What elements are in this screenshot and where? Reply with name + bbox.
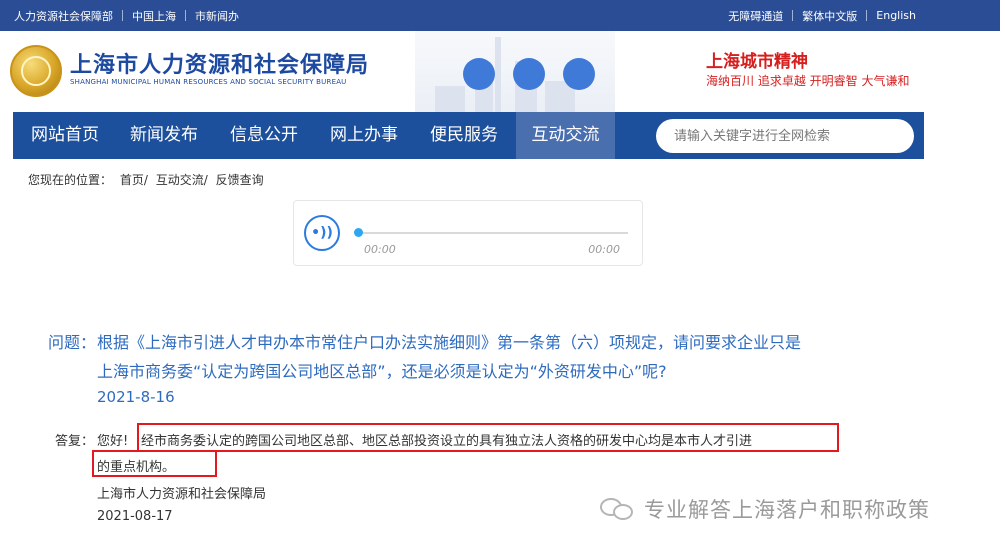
audio-progress-knob[interactable]	[354, 228, 363, 237]
main-nav: 网站首页 新闻发布 信息公开 网上办事 便民服务 互动交流	[13, 112, 924, 159]
watermark-text: 专业解答上海落户和职称政策	[644, 498, 930, 522]
divider	[122, 10, 123, 21]
divider	[792, 10, 794, 21]
decorative-circle	[463, 58, 495, 90]
question-text-line1: 根据《上海市引进人才申办本市常住户口办法实施细则》第一条第（六）项规定，请问要求…	[97, 333, 802, 352]
audio-current-time: 00:00	[364, 243, 396, 256]
top-links-left: 人力资源社会保障部 中国上海 市新闻办	[14, 0, 239, 31]
audio-player: •)) 00:00 00:00	[293, 200, 643, 266]
answer-signature: 上海市人力资源和社会保障局	[97, 487, 267, 502]
decorative-circle	[563, 58, 595, 90]
city-spirit-words: 海纳百川 追求卓越 开明睿智 大气谦和	[706, 74, 910, 88]
audio-total-time: 00:00	[588, 243, 620, 256]
breadcrumb-home[interactable]: 首页/	[120, 173, 148, 187]
nav-interaction[interactable]: 互动交流	[516, 112, 615, 159]
nav-info-disclosure[interactable]: 信息公开	[216, 112, 312, 159]
site-header: 上海市人力资源和社会保障局 SHANGHAI MUNICIPAL HUMAN R…	[0, 31, 1000, 112]
nav-citizen-services[interactable]: 便民服务	[416, 112, 512, 159]
highlight-box	[137, 423, 839, 452]
city-spirit-title: 上海城市精神	[706, 52, 808, 72]
link-china-shanghai[interactable]: 中国上海	[132, 8, 176, 24]
nav-news[interactable]: 新闻发布	[116, 112, 212, 159]
decorative-circle	[513, 58, 545, 90]
divider	[185, 10, 186, 21]
breadcrumb: 您现在的位置： 首页/ 互动交流/ 反馈查询	[28, 171, 268, 188]
search-input[interactable]	[656, 119, 914, 153]
answer-date: 2021-08-17	[97, 509, 173, 524]
nav-online-services[interactable]: 网上办事	[316, 112, 412, 159]
divider	[866, 10, 868, 21]
highlight-box	[92, 450, 217, 477]
audio-play-button[interactable]: •))	[304, 215, 340, 251]
top-links-right: 无障碍通道 繁体中文版 English	[728, 0, 916, 31]
link-traditional-chinese[interactable]: 繁体中文版	[802, 8, 857, 24]
sound-wave-icon: •))	[311, 225, 333, 241]
site-title-english: SHANGHAI MUNICIPAL HUMAN RESOURCES AND S…	[70, 78, 347, 86]
answer-greeting: 您好!	[97, 434, 129, 449]
nav-home[interactable]: 网站首页	[17, 112, 113, 159]
link-english[interactable]: English	[876, 9, 916, 22]
breadcrumb-interaction[interactable]: 互动交流/	[156, 173, 208, 187]
watermark: 专业解答上海落户和职称政策	[600, 494, 930, 524]
question-date: 2021-8-16	[97, 388, 175, 406]
wechat-icon	[600, 496, 636, 522]
breadcrumb-feedback[interactable]: 反馈查询	[216, 173, 264, 187]
link-news-office[interactable]: 市新闻办	[195, 8, 239, 24]
question-text-line2: 上海市商务委“认定为跨国公司地区总部”，还是必须是认定为“外资研发中心”呢?	[97, 362, 667, 381]
emblem-logo[interactable]	[10, 45, 62, 97]
link-mohrss[interactable]: 人力资源社会保障部	[14, 8, 113, 24]
top-bar: 人力资源社会保障部 中国上海 市新闻办 无障碍通道 繁体中文版 English	[0, 0, 1000, 31]
audio-progress-track[interactable]	[358, 232, 628, 234]
answer-label: 答复：	[55, 434, 95, 449]
site-title[interactable]: 上海市人力资源和社会保障局	[70, 47, 369, 79]
question-label: 问题：	[48, 333, 97, 352]
link-accessibility[interactable]: 无障碍通道	[728, 8, 783, 24]
breadcrumb-prefix: 您现在的位置：	[28, 173, 113, 187]
